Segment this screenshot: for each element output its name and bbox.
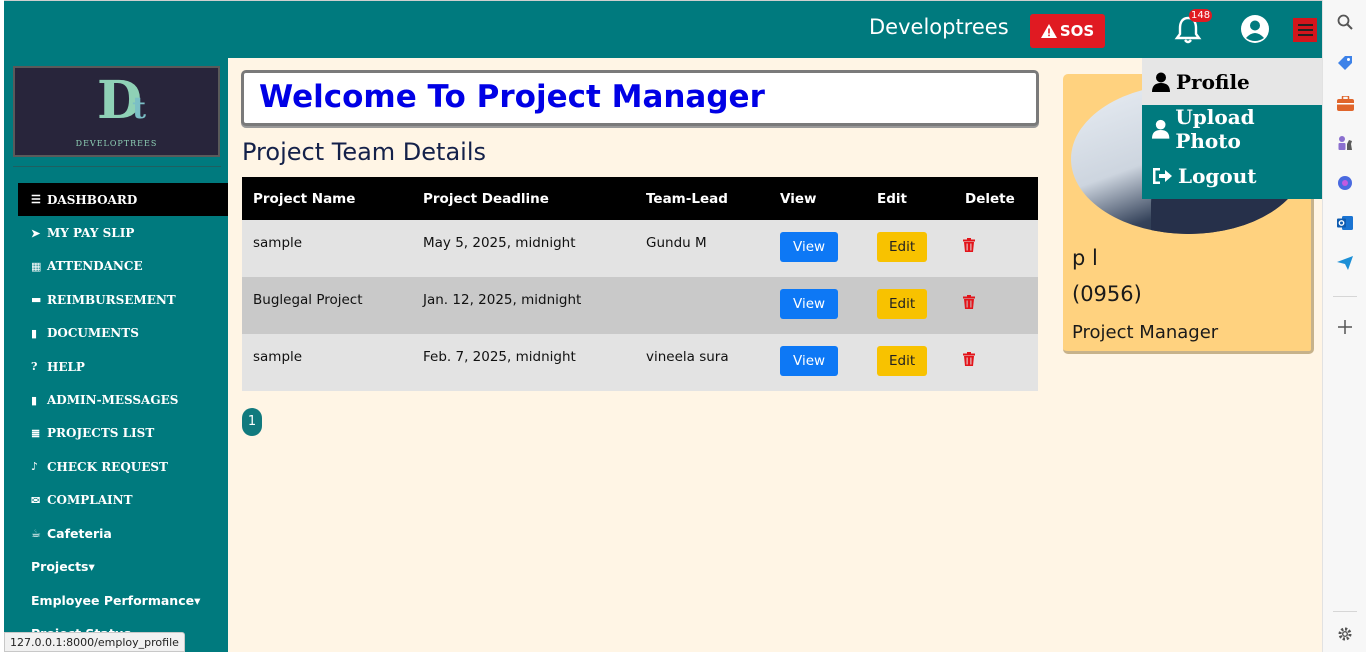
column-header-team-lead: Team-Lead	[635, 177, 769, 220]
dropdown-item-profile[interactable]: Profile	[1142, 58, 1322, 105]
notification-count-badge: 148	[1189, 9, 1213, 22]
cell-team-lead	[635, 277, 769, 334]
status-bar-url: 127.0.0.1:8000/employ_profile	[4, 632, 185, 652]
cell-team-lead: Gundu M	[635, 220, 769, 277]
sidebar-item-my-pay-slip[interactable]: ➤ MY PAY SLIP	[18, 216, 228, 249]
briefcase-icon[interactable]	[1335, 93, 1355, 113]
paper-plane-icon: ➤	[31, 226, 41, 240]
table-row: sample Feb. 7, 2025, midnight vineela su…	[242, 334, 1038, 391]
question-circle-icon: ?	[31, 360, 38, 374]
credit-card-icon: ▬	[31, 293, 42, 307]
edit-button[interactable]: Edit	[877, 232, 928, 262]
view-button[interactable]: View	[780, 232, 839, 262]
sidebar-item-complaint[interactable]: ✉ COMPLAINT	[18, 484, 228, 517]
file-icon: ▮	[31, 326, 38, 340]
cell-project-deadline: May 5, 2025, midnight	[412, 220, 635, 277]
profile-id: (0956)	[1072, 282, 1142, 306]
delete-trash-icon[interactable]	[963, 352, 975, 370]
sos-label: SOS	[1059, 22, 1095, 40]
column-header-delete: Delete	[954, 177, 1038, 220]
cell-project-name: sample	[242, 334, 412, 391]
company-logo: Dt DEVELOPTREES	[13, 66, 220, 157]
user-icon	[1151, 119, 1170, 139]
send-icon[interactable]	[1335, 253, 1355, 273]
column-header-edit: Edit	[866, 177, 954, 220]
bell-icon: ♪	[31, 460, 39, 474]
sign-out-icon	[1153, 167, 1172, 184]
project-team-table: Project Name Project Deadline Team-Lead …	[242, 177, 1038, 391]
edit-button[interactable]: Edit	[877, 346, 928, 376]
sos-button[interactable]: SOS	[1030, 14, 1105, 48]
pagination-page-button[interactable]: 1	[242, 408, 262, 436]
table-header-row: Project Name Project Deadline Team-Lead …	[242, 177, 1038, 220]
welcome-title: Welcome To Project Manager	[259, 79, 765, 115]
view-button[interactable]: View	[780, 289, 839, 319]
column-header-project-name: Project Name	[242, 177, 412, 220]
logo-text: DEVELOPTREES	[75, 139, 158, 148]
cell-project-name: Buglegal Project	[242, 277, 412, 334]
user-dropdown-menu: Profile Upload Photo Logout	[1142, 58, 1322, 199]
settings-gear-icon[interactable]	[1335, 624, 1355, 644]
sidebar-item-check-request[interactable]: ♪ CHECK REQUEST	[18, 450, 228, 483]
cell-project-deadline: Feb. 7, 2025, midnight	[412, 334, 635, 391]
sidebar-nav: ☰ DASHBOARD ➤ MY PAY SLIP ▦ ATTENDANCE ▬ REI…	[18, 183, 228, 650]
sidebar-item-admin-messages[interactable]: ▮ ADMIN-MESSAGES	[18, 383, 228, 416]
column-header-view: View	[769, 177, 866, 220]
welcome-banner: Welcome To Project Manager	[241, 70, 1039, 126]
warning-icon	[1040, 24, 1057, 38]
copilot-icon[interactable]	[1335, 173, 1355, 193]
search-icon[interactable]	[1335, 12, 1355, 32]
top-header: Developtrees SOS 148	[4, 0, 1322, 58]
profile-role: Project Manager	[1072, 322, 1219, 343]
section-title: Project Team Details	[242, 138, 487, 166]
menu-toggle-button[interactable]	[1293, 18, 1317, 42]
sidebar-item-documents[interactable]: ▮ DOCUMENTS	[18, 317, 228, 350]
dropdown-item-logout[interactable]: Logout	[1142, 152, 1322, 199]
outlook-icon[interactable]	[1335, 213, 1355, 233]
browser-side-toolbar	[1322, 0, 1366, 652]
profile-name: p l	[1072, 246, 1098, 270]
sidebar-item-help[interactable]: ? HELP	[18, 350, 228, 383]
user-icon	[1152, 72, 1170, 92]
sidebar-item-attendance[interactable]: ▦ ATTENDANCE	[18, 250, 228, 283]
toolbar-divider	[1333, 611, 1357, 612]
sidebar-item-reimbursement[interactable]: ▬ REIMBURSEMENT	[18, 283, 228, 316]
edit-button[interactable]: Edit	[877, 289, 928, 319]
coffee-icon: ☕	[31, 527, 41, 541]
sidebar-item-cafeteria[interactable]: ☕ Cafeteria	[18, 517, 228, 550]
user-account-icon[interactable]	[1240, 14, 1270, 44]
envelope-icon: ✉	[31, 493, 41, 507]
chess-icon[interactable]	[1335, 133, 1355, 153]
cell-project-name: sample	[242, 220, 412, 277]
cell-team-lead: vineela sura	[635, 334, 769, 391]
dropdown-item-upload-photo[interactable]: Upload Photo	[1142, 105, 1322, 153]
table-row: Buglegal Project Jan. 12, 2025, midnight…	[242, 277, 1038, 334]
column-header-project-deadline: Project Deadline	[412, 177, 635, 220]
calendar-icon: ▦	[31, 259, 42, 273]
toolbar-divider	[1333, 296, 1357, 297]
view-button[interactable]: View	[780, 346, 839, 376]
delete-trash-icon[interactable]	[963, 295, 975, 313]
bars-icon: ☰	[31, 193, 41, 207]
table-row: sample May 5, 2025, midnight Gundu M Vie…	[242, 220, 1038, 277]
sidebar-item-dashboard[interactable]: ☰ DASHBOARD	[18, 183, 228, 217]
sidebar-item-projects[interactable]: Projects▾	[18, 550, 228, 583]
sidebar-item-employee-performance[interactable]: Employee Performance▾	[18, 584, 228, 617]
sidebar-item-projects-list[interactable]: ≣ PROJECTS LIST	[18, 417, 228, 450]
sidebar-divider	[13, 166, 221, 167]
cell-project-deadline: Jan. 12, 2025, midnight	[412, 277, 635, 334]
delete-trash-icon[interactable]	[963, 238, 975, 256]
tag-icon[interactable]	[1335, 53, 1355, 73]
brand-title: Developtrees	[869, 15, 1009, 39]
sidebar: Dt DEVELOPTREES ☰ DASHBOARD ➤ MY PAY SLIP …	[4, 58, 228, 652]
file-icon: ▮	[31, 393, 38, 407]
add-icon[interactable]	[1335, 317, 1355, 337]
list-icon: ≣	[31, 426, 41, 440]
